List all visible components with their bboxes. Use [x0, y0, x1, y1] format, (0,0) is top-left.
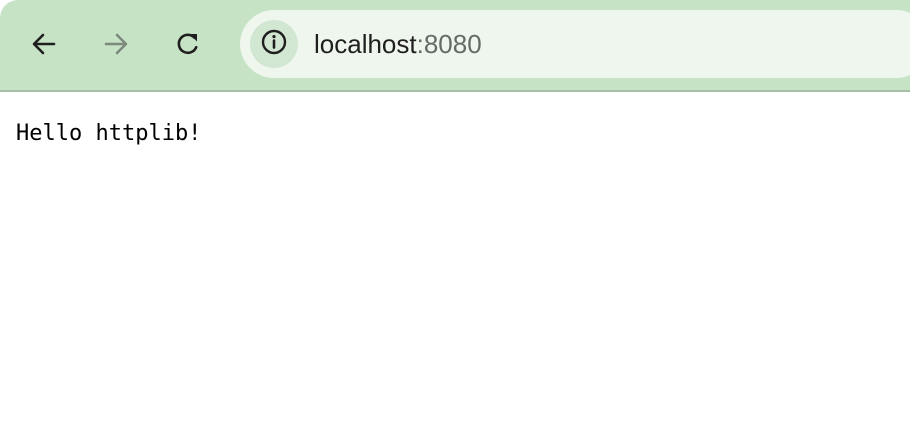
reload-icon	[174, 30, 202, 58]
url-text[interactable]: localhost:8080	[314, 27, 482, 61]
page-content: Hello httplib!	[0, 94, 910, 434]
forward-arrow-icon	[103, 31, 129, 57]
address-bar[interactable]: localhost:8080	[240, 10, 910, 78]
site-info-button[interactable]	[250, 20, 298, 68]
url-host: localhost	[314, 29, 417, 59]
reload-button[interactable]	[165, 21, 211, 67]
back-arrow-icon	[31, 31, 57, 57]
page-body-text: Hello httplib!	[16, 121, 202, 146]
browser-toolbar: localhost:8080	[0, 0, 910, 92]
forward-button[interactable]	[93, 21, 139, 67]
info-icon	[261, 29, 287, 60]
url-port: :8080	[416, 29, 482, 59]
back-button[interactable]	[21, 21, 67, 67]
